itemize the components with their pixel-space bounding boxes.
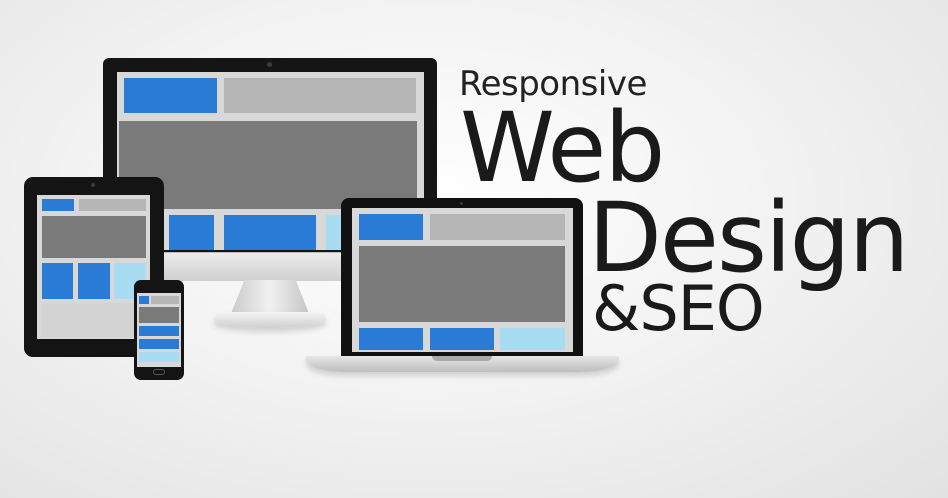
tablet-tile-2 bbox=[78, 263, 110, 299]
tablet-tile-1 bbox=[42, 263, 73, 299]
tablet-camera-icon bbox=[91, 183, 95, 187]
phone-tile-2 bbox=[139, 339, 179, 349]
laptop-logo-block bbox=[359, 214, 423, 240]
laptop-header-block bbox=[430, 214, 565, 240]
monitor-tile-2 bbox=[224, 215, 316, 250]
phone-header-block bbox=[151, 296, 179, 304]
banner: { "headline": { "line1": "Responsive", "… bbox=[0, 0, 948, 498]
monitor-header-block bbox=[224, 78, 416, 113]
phone-tile-1 bbox=[139, 326, 179, 336]
headline-seo: &SEO bbox=[592, 272, 765, 345]
tablet-footer-block bbox=[42, 303, 146, 337]
phone-hero-block bbox=[139, 307, 179, 323]
tablet-header-block bbox=[79, 199, 146, 211]
monitor-camera-icon bbox=[267, 62, 272, 67]
phone-tile-3 bbox=[139, 352, 179, 362]
phone-logo-block bbox=[139, 296, 149, 304]
laptop-hero-block bbox=[359, 246, 565, 322]
laptop-tile-3 bbox=[500, 328, 565, 350]
laptop-tile-2 bbox=[430, 328, 494, 350]
monitor-logo-block bbox=[124, 78, 217, 113]
tablet-logo-block bbox=[42, 199, 74, 211]
laptop-notch bbox=[432, 356, 492, 361]
laptop-screen bbox=[352, 208, 573, 352]
monitor-stand-neck bbox=[230, 280, 310, 316]
monitor-stand-base bbox=[214, 312, 326, 328]
monitor-tile-1 bbox=[169, 215, 214, 250]
laptop-tile-1 bbox=[359, 328, 423, 350]
tablet-hero-block bbox=[42, 216, 146, 258]
phone-screen bbox=[137, 293, 181, 367]
phone-home-button-icon bbox=[153, 369, 165, 375]
